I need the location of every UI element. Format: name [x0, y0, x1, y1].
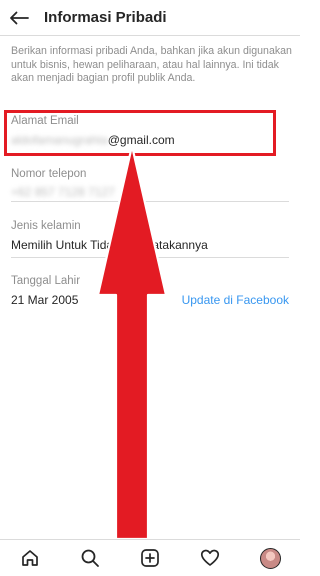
activity-heart-icon — [200, 549, 220, 566]
nav-home[interactable] — [10, 540, 50, 576]
phone-value[interactable]: +62 857 7128 7127 — [11, 185, 115, 199]
birthday-field[interactable]: Tanggal Lahir 21 Mar 2005 Update di Face… — [0, 273, 300, 315]
phone-label: Nomor telepon — [11, 168, 87, 180]
email-value[interactable]: aldofamanugrahta@gmail.com — [11, 133, 175, 147]
nav-search[interactable] — [70, 540, 110, 576]
add-post-icon — [141, 549, 159, 567]
email-domain: @gmail.com — [107, 133, 175, 147]
nav-profile[interactable] — [250, 540, 290, 576]
phone-field[interactable]: Nomor telepon +62 857 7128 7127 — [0, 164, 300, 204]
update-on-facebook-link[interactable]: Update di Facebook — [182, 293, 289, 307]
top-bar: Informasi Pribadi — [0, 0, 300, 36]
bottom-navigation — [0, 539, 300, 576]
gender-divider — [11, 257, 289, 258]
gender-value[interactable]: Memilih Untuk Tidak Mengatakannya — [11, 238, 208, 252]
arrow-left-icon — [10, 11, 29, 24]
gender-field[interactable]: Jenis kelamin Memilih Untuk Tidak Mengat… — [0, 216, 300, 260]
nav-new-post[interactable] — [130, 540, 170, 576]
phone-divider — [11, 201, 289, 202]
email-label: Alamat Email — [11, 115, 79, 127]
home-icon — [22, 550, 38, 566]
back-button[interactable] — [2, 0, 36, 36]
search-icon — [81, 549, 99, 567]
nav-activity[interactable] — [190, 540, 230, 576]
gender-label: Jenis kelamin — [11, 220, 81, 232]
profile-avatar — [259, 547, 281, 569]
intro-description: Berikan informasi pribadi Anda, bahkan j… — [11, 45, 292, 84]
birthday-label: Tanggal Lahir — [11, 275, 81, 287]
birthday-value: 21 Mar 2005 — [11, 293, 79, 307]
page-title: Informasi Pribadi — [44, 9, 167, 26]
email-redacted-part: aldofamanugrahta — [11, 133, 108, 147]
email-field[interactable]: Alamat Email aldofamanugrahta@gmail.com — [0, 111, 300, 153]
